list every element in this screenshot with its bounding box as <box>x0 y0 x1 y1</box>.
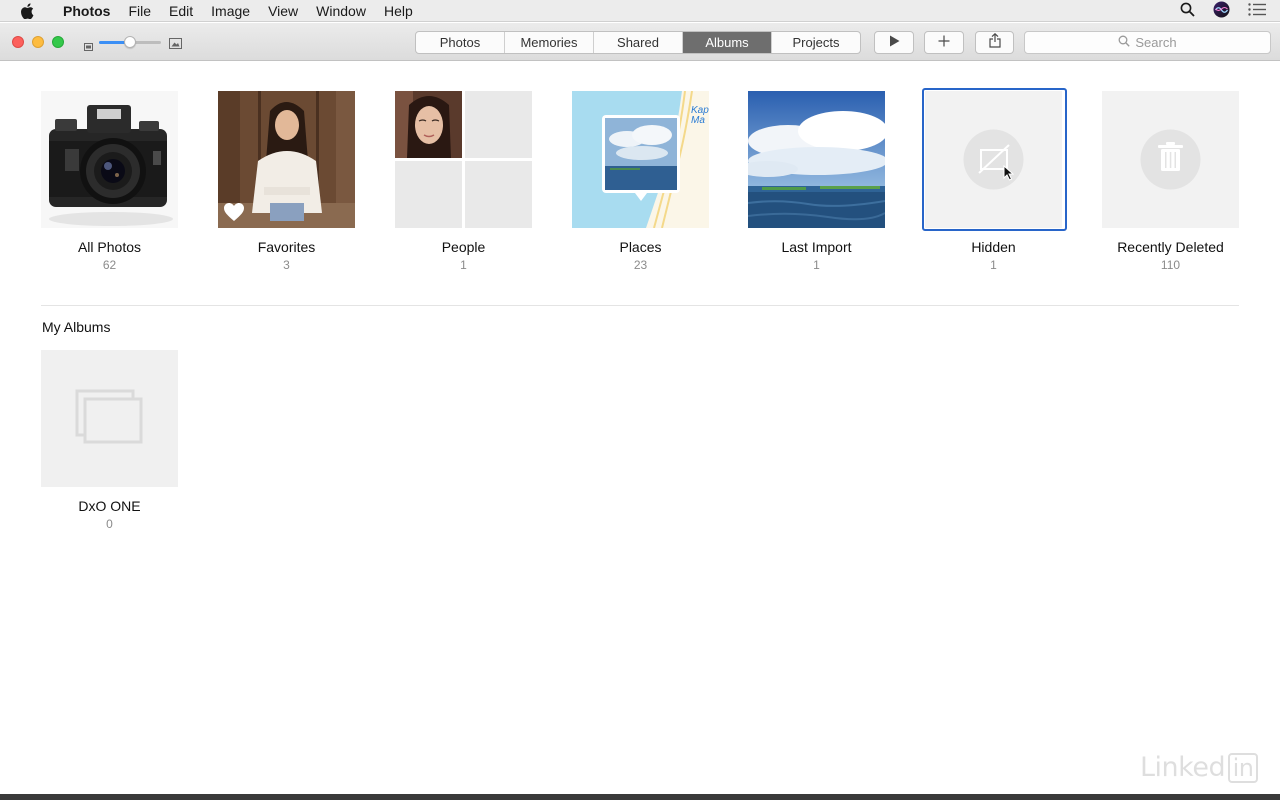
add-button[interactable] <box>924 31 964 54</box>
album-thumbnail <box>1102 91 1239 228</box>
selection-outline <box>922 88 1067 231</box>
ocean-photo <box>748 91 885 228</box>
menu-help[interactable]: Help <box>375 0 422 22</box>
menu-edit[interactable]: Edit <box>160 0 202 22</box>
album-caption: Recently Deleted 110 <box>1082 239 1259 274</box>
album-thumbnail <box>41 91 178 228</box>
album-name: People <box>441 239 486 255</box>
album-count: 0 <box>106 517 113 531</box>
album-count: 3 <box>283 258 290 272</box>
app-menu-photos[interactable]: Photos <box>54 0 119 22</box>
tab-memories[interactable]: Memories <box>505 32 594 53</box>
window-controls <box>12 36 64 48</box>
view-tabs: Photos Memories Shared Albums Projects <box>415 31 861 54</box>
album-caption: Last Import 1 <box>728 239 905 274</box>
album-count: 62 <box>102 258 117 272</box>
album-thumbnail <box>395 91 532 228</box>
play-slideshow-icon <box>889 34 900 52</box>
screen-bottom-edge <box>0 794 1280 800</box>
album-name: Last Import <box>781 239 852 255</box>
camera-photo <box>41 91 178 228</box>
map-label: Kap Ma <box>691 105 709 126</box>
apple-menu-icon[interactable] <box>0 2 54 19</box>
large-photo-icon <box>169 36 182 54</box>
album-thumbnail <box>748 91 885 228</box>
album-name: Places <box>619 239 662 255</box>
linkedin-watermark: Linked in <box>1140 752 1259 783</box>
album-name: Favorites <box>257 239 316 255</box>
album-caption: Places 23 <box>552 239 729 274</box>
album-name: All Photos <box>77 239 142 255</box>
album-name: Recently Deleted <box>1117 239 1224 255</box>
menu-window[interactable]: Window <box>307 0 375 22</box>
favorite-heart-icon <box>223 202 245 227</box>
album-thumbnail <box>218 91 355 228</box>
menu-view[interactable]: View <box>259 0 307 22</box>
mouse-cursor-icon <box>1003 164 1015 186</box>
album-name: DxO ONE <box>78 498 141 514</box>
album-name: Hidden <box>971 239 1016 255</box>
search-icon <box>1118 35 1131 50</box>
album-count: 1 <box>990 258 997 272</box>
slider-knob[interactable] <box>124 36 136 48</box>
albums-view: All Photos 62 Favorites 3 People 1 Kap M… <box>0 62 1280 794</box>
album-count: 1 <box>813 258 820 272</box>
album-caption: All Photos 62 <box>21 239 198 274</box>
album-thumbnail: Kap Ma <box>572 91 709 228</box>
search-field[interactable]: Search <box>1024 31 1271 54</box>
thumbnail-size-slider[interactable] <box>84 35 182 51</box>
empty-album-icon <box>75 389 143 444</box>
small-photo-icon <box>84 38 93 56</box>
tab-shared[interactable]: Shared <box>594 32 683 53</box>
watermark-text: Linked <box>1140 752 1226 783</box>
notification-center-icon[interactable] <box>1248 3 1266 19</box>
siri-icon[interactable] <box>1213 1 1230 21</box>
tab-projects[interactable]: Projects <box>772 32 860 53</box>
share-button[interactable] <box>975 31 1014 54</box>
album-thumbnail <box>41 350 178 487</box>
trash-icon <box>1140 129 1201 190</box>
map <box>572 91 709 228</box>
share-icon <box>988 32 1001 53</box>
plus-icon <box>938 34 950 52</box>
album-caption: Hidden 1 <box>905 239 1082 274</box>
album-count: 1 <box>460 258 467 272</box>
watermark-in-box: in <box>1228 752 1259 783</box>
close-window-button[interactable] <box>12 36 24 48</box>
fullscreen-window-button[interactable] <box>52 36 64 48</box>
window-toolbar: Photos Memories Shared Albums Projects S… <box>0 23 1280 61</box>
section-divider <box>41 305 1239 306</box>
search-placeholder: Search <box>1135 35 1177 50</box>
album-caption: People 1 <box>375 239 552 274</box>
album-count: 23 <box>633 258 648 272</box>
menu-file[interactable]: File <box>119 0 160 22</box>
album-count: 110 <box>1160 258 1181 272</box>
menu-bar: Photos File Edit Image View Window Help <box>0 0 1280 22</box>
spotlight-search-icon[interactable] <box>1180 2 1195 20</box>
album-caption: DxO ONE 0 <box>21 498 198 533</box>
minimize-window-button[interactable] <box>32 36 44 48</box>
menu-image[interactable]: Image <box>202 0 259 22</box>
album-caption: Favorites 3 <box>198 239 375 274</box>
my-albums-heading: My Albums <box>42 319 111 335</box>
face-grid <box>395 91 532 228</box>
slideshow-button[interactable] <box>874 31 914 54</box>
tab-albums[interactable]: Albums <box>683 32 772 53</box>
tab-photos[interactable]: Photos <box>416 32 505 53</box>
